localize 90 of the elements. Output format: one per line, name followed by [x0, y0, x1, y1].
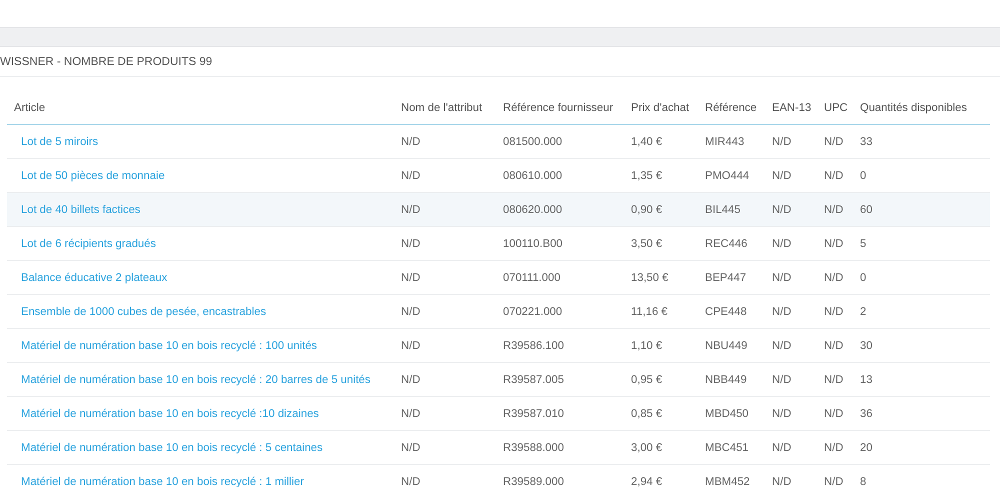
product-link[interactable]: Lot de 6 récipients gradués — [21, 238, 156, 250]
table-cell: N/D — [817, 328, 853, 362]
table-cell: R39587.005 — [496, 362, 624, 396]
table-cell: N/D — [765, 430, 817, 464]
table-cell: 100110.B00 — [496, 226, 624, 260]
table-cell: 070221.000 — [496, 294, 624, 328]
product-link[interactable]: Lot de 5 miroirs — [21, 136, 98, 148]
table-cell: BIL445 — [698, 192, 765, 226]
table-cell: N/D — [817, 124, 853, 158]
table-cell: 0,90 € — [624, 192, 698, 226]
table-cell: CPE448 — [698, 294, 765, 328]
table-cell: N/D — [817, 362, 853, 396]
table-cell: 1,40 € — [624, 124, 698, 158]
table-cell: N/D — [394, 328, 496, 362]
table-cell: 60 — [853, 192, 990, 226]
table-cell: N/D — [817, 294, 853, 328]
product-link[interactable]: Matériel de numération base 10 en bois recyclé : 100 unités — [21, 340, 318, 352]
table-cell: MIR443 — [698, 124, 765, 158]
table-cell: 13 — [853, 362, 990, 396]
product-link[interactable]: Lot de 50 pièces de monnaie — [21, 170, 165, 182]
table-cell: 8 — [853, 464, 990, 487]
column-header: EAN-13 — [765, 92, 817, 124]
table-cell: N/D — [394, 226, 496, 260]
table-cell: R39587.010 — [496, 396, 624, 430]
table-cell: 30 — [853, 328, 990, 362]
table-cell: 13,50 € — [624, 260, 698, 294]
table-cell: N/D — [765, 294, 817, 328]
table-cell: N/D — [765, 396, 817, 430]
table-cell: 20 — [853, 430, 990, 464]
column-header: Référence fournisseur — [496, 92, 624, 124]
table-cell: N/D — [394, 294, 496, 328]
table-cell: 36 — [853, 396, 990, 430]
table-cell: N/D — [817, 430, 853, 464]
table-cell: R39588.000 — [496, 430, 624, 464]
table-cell: N/D — [817, 464, 853, 487]
table-cell: N/D — [817, 396, 853, 430]
panel-title: WISSNER - NOMBRE DE PRODUITS 99 — [0, 56, 212, 68]
column-header: Prix d'achat — [624, 92, 698, 124]
column-header: Nom de l'attribut — [394, 92, 496, 124]
table-cell: R39589.000 — [496, 464, 624, 487]
table-cell: R39586.100 — [496, 328, 624, 362]
table-cell: MBD450 — [698, 396, 765, 430]
product-link[interactable]: Matériel de numération base 10 en bois recyclé : 1 millier — [21, 476, 304, 487]
product-link[interactable]: Balance éducative 2 plateaux — [21, 272, 168, 284]
table-cell: N/D — [394, 124, 496, 158]
table-cell: 081500.000 — [496, 124, 624, 158]
table-cell: 1,10 € — [624, 328, 698, 362]
table-cell: 2 — [853, 294, 990, 328]
table-cell: N/D — [394, 464, 496, 487]
product-link[interactable]: Matériel de numération base 10 en bois recyclé :10 dizaines — [21, 408, 319, 420]
product-link[interactable]: Matériel de numération base 10 en bois recyclé : 5 centaines — [21, 442, 323, 454]
table-cell: N/D — [765, 226, 817, 260]
table-cell: N/D — [394, 396, 496, 430]
table-cell: N/D — [394, 260, 496, 294]
table-cell: 0 — [853, 260, 990, 294]
table-cell: N/D — [765, 362, 817, 396]
table-cell: 0,85 € — [624, 396, 698, 430]
table-cell: BEP447 — [698, 260, 765, 294]
column-header: Quantités disponibles — [853, 92, 990, 124]
table-cell: N/D — [765, 464, 817, 487]
table-cell: N/D — [817, 260, 853, 294]
table-cell: N/D — [817, 192, 853, 226]
table-cell: MBC451 — [698, 430, 765, 464]
table-cell: N/D — [765, 192, 817, 226]
product-link[interactable]: Lot de 40 billets factices — [21, 204, 140, 216]
table-cell: NBB449 — [698, 362, 765, 396]
table-cell: 11,16 € — [624, 294, 698, 328]
table-cell: 0,95 € — [624, 362, 698, 396]
table-cell: MBM452 — [698, 464, 765, 487]
table-cell: N/D — [765, 260, 817, 294]
table-cell: N/D — [765, 328, 817, 362]
column-header: Article — [7, 92, 394, 124]
table-cell: NBU449 — [698, 328, 765, 362]
table-cell: N/D — [765, 124, 817, 158]
table-cell: N/D — [817, 226, 853, 260]
table-cell: 080620.000 — [496, 192, 624, 226]
table-cell: 33 — [853, 124, 990, 158]
table-cell: N/D — [394, 362, 496, 396]
product-link[interactable]: Ensemble de 1000 cubes de pesée, encastrables — [21, 306, 266, 318]
table-cell: 2,94 € — [624, 464, 698, 487]
column-header: Référence — [698, 92, 765, 124]
table-cell: 3,50 € — [624, 226, 698, 260]
table-cell: N/D — [394, 430, 496, 464]
table-cell: 070111.000 — [496, 260, 624, 294]
table-cell: 3,00 € — [624, 430, 698, 464]
table-cell: REC446 — [698, 226, 765, 260]
table-cell: N/D — [394, 192, 496, 226]
column-header: UPC — [817, 92, 853, 124]
product-link[interactable]: Matériel de numération base 10 en bois recyclé : 20 barres de 5 unités — [21, 374, 371, 386]
table-cell: 5 — [853, 226, 990, 260]
